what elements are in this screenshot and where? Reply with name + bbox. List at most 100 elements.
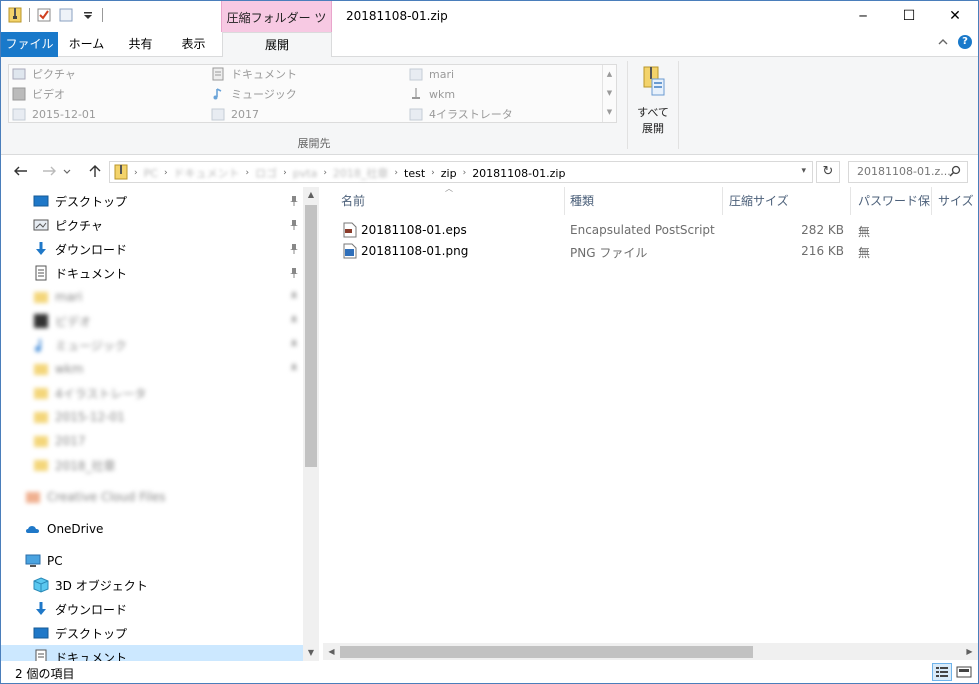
nav-item-label: 4イラストレータ [55,386,147,401]
breadcrumb-item[interactable]: test [404,167,425,180]
breadcrumb-item[interactable]: PC [144,167,158,180]
breadcrumb-item[interactable]: 20181108-01.zip [472,167,565,180]
nav-item-2017[interactable]: 2017 [1,429,301,453]
nav-item-illustrator[interactable]: 4イラストレータ [1,381,301,405]
nav-item-mari[interactable]: mari [1,285,301,309]
details-view-icon [936,667,948,677]
nav-item-label: ミュージック [55,338,127,353]
address-bar[interactable]: › PC › ドキュメント › ロゴ › pvta › 2018_社章 › te… [109,161,813,183]
customize-qat-icon[interactable] [80,7,96,23]
scroll-right-icon[interactable]: ▶ [961,643,978,660]
column-header-size[interactable]: サイズ [932,187,978,215]
nav-item-desktop[interactable]: デスクトップ [1,189,301,213]
forward-icon[interactable] [39,163,59,179]
help-icon[interactable]: ? [958,35,972,49]
breadcrumb-item[interactable]: 2018_社章 [333,165,389,181]
pin-icon[interactable] [289,315,299,327]
scroll-down-icon[interactable]: ▼ [303,645,319,661]
table-row[interactable]: 20181108-01.eps Encapsulated PostScript … [323,220,978,241]
breadcrumb-item[interactable]: pvta [293,167,318,180]
ribbon-group-label: 展開先 [297,137,331,150]
table-row[interactable]: 20181108-01.png PNG ファイル 216 KB 無 [323,241,978,262]
nav-item-pc[interactable]: PC [1,549,301,573]
properties-icon[interactable] [36,7,52,23]
nav-item-creative-cloud[interactable]: Creative Cloud Files [1,485,301,509]
new-folder-icon[interactable] [58,7,74,23]
nav-item-pc-downloads[interactable]: ダウンロード [1,597,301,621]
scroll-up-icon[interactable]: ▲ [303,187,319,203]
ribbon-group-divider [627,61,628,149]
gallery-item-wkm[interactable]: wkm [409,85,455,103]
scrollbar-thumb[interactable] [305,205,317,467]
nav-item-onedrive[interactable]: OneDrive [1,517,301,541]
gallery-item-documents[interactable]: ドキュメント [211,65,297,83]
column-header-name[interactable]: 名前 [335,187,565,215]
download-icon [36,602,46,615]
maximize-button[interactable]: ☐ [886,1,932,31]
nav-item-videos[interactable]: ビデオ [1,309,301,333]
nav-item-downloads[interactable]: ダウンロード [1,237,301,261]
gallery-item-2015-12-01[interactable]: 2015-12-01 [12,105,96,123]
gallery-item-2017[interactable]: 2017 [211,105,259,123]
gallery-scroll-up-icon[interactable]: ▲ [603,65,616,84]
close-button[interactable]: ✕ [932,1,978,31]
breadcrumb-item[interactable]: zip [441,167,457,180]
pin-icon[interactable] [289,267,299,279]
pin-icon[interactable] [289,363,299,375]
nav-item-pc-desktop[interactable]: デスクトップ [1,621,301,645]
tab-extract[interactable]: 展開 [222,32,332,58]
nav-item-2015-12-01[interactable]: 2015-12-01 [1,405,301,429]
large-icons-view-button[interactable] [954,663,974,681]
nav-item-documents[interactable]: ドキュメント [1,261,301,285]
column-header-compressed-size[interactable]: 圧縮サイズ [723,187,851,215]
pin-icon[interactable] [289,339,299,351]
tab-home[interactable]: ホーム [58,32,115,57]
gallery-scrollbar[interactable]: ▲ ▼ ▼ [602,65,616,122]
gallery-item-music[interactable]: ミュージック [211,85,297,103]
tab-file[interactable]: ファイル [1,32,58,57]
nav-item-2018[interactable]: 2018_社章 [1,453,301,477]
nav-pane-scrollbar[interactable]: ▲ ▼ [303,187,319,661]
tab-share[interactable]: 共有 [115,32,166,57]
gallery-item-videos[interactable]: ビデオ [12,85,65,103]
collapse-ribbon-icon[interactable] [938,38,948,46]
gallery-expand-icon[interactable]: ▼ [603,103,616,122]
nav-item-wkm[interactable]: wkm [1,357,301,381]
navigation-bar: › PC › ドキュメント › ロゴ › pvta › 2018_社章 › te… [1,155,978,187]
address-dropdown-icon[interactable]: ▾ [801,166,806,176]
breadcrumb-item[interactable]: ドキュメント [174,165,240,181]
item-count: 2 個の項目 [15,667,75,681]
file-list-horizontal-scrollbar[interactable]: ◀ ▶ [323,643,978,660]
column-header-type[interactable]: 種類 [564,187,723,215]
recent-locations-icon[interactable] [61,163,73,179]
gallery-item-mari[interactable]: mari [409,65,454,83]
nav-item-label: Creative Cloud Files [47,490,166,504]
gallery-item-pictures[interactable]: ピクチャ [12,65,76,83]
compressed-folder-tools-tab: 圧縮フォルダー ツール [221,1,332,59]
pin-icon[interactable] [289,291,299,303]
tab-view[interactable]: 表示 [166,32,221,57]
search-input[interactable]: 20181108-01.z... [848,161,968,183]
nav-item-pictures[interactable]: ピクチャ [1,213,301,237]
gallery-item-illustrator[interactable]: 4イラストレータ [409,105,513,123]
extract-all-button[interactable]: すべて 展開 [633,65,673,135]
details-view-button[interactable] [932,663,952,681]
creative-cloud-icon [26,492,40,503]
pin-icon[interactable] [289,219,299,231]
pin-icon[interactable] [289,243,299,255]
breadcrumb-item[interactable]: ロゴ [255,165,277,181]
back-icon[interactable] [11,163,31,179]
scroll-left-icon[interactable]: ◀ [323,643,340,660]
nav-item-music[interactable]: ミュージック [1,333,301,357]
music-icon [35,339,41,352]
minimize-button[interactable]: ─ [840,1,886,31]
scrollbar-thumb[interactable] [340,646,753,658]
gallery-scroll-down-icon[interactable]: ▼ [603,84,616,103]
refresh-button[interactable]: ↻ [816,161,840,183]
column-header-password[interactable]: パスワード保... [852,187,932,215]
pin-icon[interactable] [289,195,299,207]
nav-item-pc-documents[interactable]: ドキュメント [1,645,303,661]
folder-icon [409,68,423,81]
up-icon[interactable] [85,163,105,179]
nav-item-3d-objects[interactable]: 3D オブジェクト [1,573,301,597]
